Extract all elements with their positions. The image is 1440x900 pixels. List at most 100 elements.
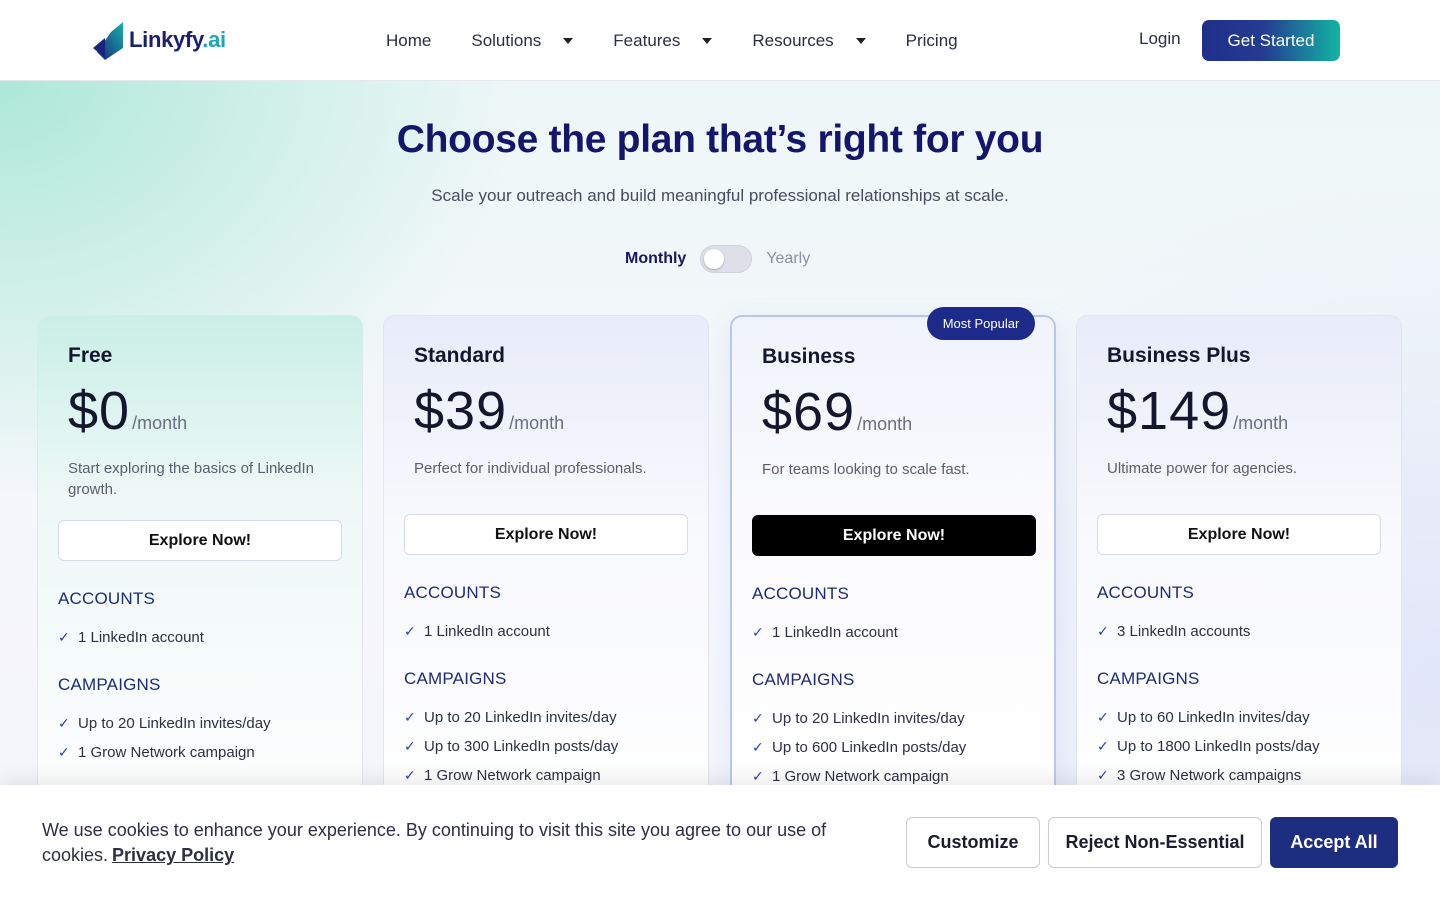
accept-all-button[interactable]: Accept All	[1270, 817, 1398, 868]
explore-button-standard[interactable]: Explore Now!	[404, 514, 688, 555]
check-icon: ✓	[752, 768, 764, 784]
site-header: Linkyfy.ai Home Solutions Features Resou…	[0, 0, 1440, 81]
feature-item: ✓ 1 LinkedIn account	[404, 623, 550, 640]
cookie-banner: We use cookies to enhance your experienc…	[0, 785, 1440, 900]
check-icon: ✓	[1097, 767, 1109, 783]
get-started-button[interactable]: Get Started	[1202, 20, 1340, 61]
plan-name: Business	[762, 345, 856, 368]
section-campaigns: CAMPAIGNS	[58, 675, 161, 694]
toggle-yearly-label[interactable]: Yearly	[766, 250, 810, 268]
check-icon: ✓	[752, 710, 764, 726]
feature-item: ✓ Up to 20 LinkedIn invites/day	[404, 709, 617, 726]
check-icon: ✓	[58, 629, 70, 645]
feature-item: ✓ 1 Grow Network campaign	[752, 768, 949, 785]
check-icon: ✓	[404, 738, 416, 754]
section-campaigns: CAMPAIGNS	[404, 669, 507, 688]
logo-text: Linkyfy.ai	[129, 27, 226, 52]
plan-name: Free	[68, 344, 113, 367]
plan-card-standard: Standard $39 /month Perfect for individu…	[383, 315, 709, 835]
section-campaigns: CAMPAIGNS	[752, 670, 855, 689]
section-accounts: ACCOUNTS	[404, 583, 501, 602]
plan-name: Business Plus	[1107, 344, 1251, 367]
nav-pricing[interactable]: Pricing	[906, 31, 958, 51]
feature-item: ✓ 3 Grow Network campaigns	[1097, 767, 1302, 784]
price-amount: $0	[68, 381, 131, 441]
feature-item: ✓ 1 Grow Network campaign	[58, 744, 255, 761]
price-unit: /month	[132, 413, 188, 433]
plan-name: Standard	[414, 344, 506, 367]
most-popular-badge: Most Popular	[927, 307, 1035, 340]
logo-mark-icon	[93, 22, 123, 60]
price-unit: /month	[1233, 413, 1289, 433]
nav-features[interactable]: Features	[613, 30, 713, 51]
explore-button-business-plus[interactable]: Explore Now!	[1097, 514, 1381, 555]
login-link[interactable]: Login	[1139, 29, 1181, 49]
main-nav: Home Solutions Features Resources Pricin…	[386, 0, 958, 81]
nav-resources-label: Resources	[752, 30, 834, 50]
feature-item: ✓ Up to 60 LinkedIn invites/day	[1097, 709, 1310, 726]
nav-resources[interactable]: Resources	[752, 30, 866, 51]
nav-solutions[interactable]: Solutions	[471, 30, 574, 51]
check-icon: ✓	[58, 744, 70, 760]
check-icon: ✓	[58, 715, 70, 731]
page-subtitle: Scale your outreach and build meaningful…	[431, 186, 1009, 205]
feature-item: ✓ Up to 600 LinkedIn posts/day	[752, 739, 967, 756]
page-title: Choose the plan that’s right for you	[396, 118, 1044, 161]
toggle-monthly-label[interactable]: Monthly	[625, 250, 686, 268]
section-accounts: ACCOUNTS	[1097, 583, 1194, 602]
feature-item: ✓ Up to 1800 LinkedIn posts/day	[1097, 738, 1320, 755]
check-icon: ✓	[404, 623, 416, 639]
feature-item: ✓ 1 LinkedIn account	[58, 629, 204, 646]
toggle-knob	[704, 249, 725, 269]
reject-non-essential-button[interactable]: Reject Non-Essential	[1048, 817, 1262, 868]
section-accounts: ACCOUNTS	[752, 584, 849, 603]
check-icon: ✓	[1097, 738, 1109, 754]
feature-item: ✓ 1 Grow Network campaign	[404, 767, 601, 784]
plan-price: $0 /month	[68, 380, 187, 442]
billing-toggle-row: Monthly Yearly	[625, 244, 810, 274]
plan-description: Ultimate power for agencies.	[1107, 460, 1298, 477]
nav-home-label: Home	[386, 30, 432, 50]
plan-card-business: Business $69 /month For teams looking to…	[730, 315, 1056, 835]
section-campaigns: CAMPAIGNS	[1097, 669, 1200, 688]
price-unit: /month	[857, 414, 913, 434]
caret-down-icon	[702, 37, 713, 44]
nav-features-label: Features	[613, 30, 681, 50]
logo[interactable]: Linkyfy.ai	[93, 18, 226, 62]
check-icon: ✓	[404, 767, 416, 783]
explore-button-business[interactable]: Explore Now!	[752, 515, 1036, 556]
price-amount: $39	[414, 381, 508, 441]
check-icon: ✓	[1097, 623, 1109, 639]
plan-description: Start exploring the basics of LinkedIn g…	[68, 460, 314, 498]
check-icon: ✓	[752, 739, 764, 755]
billing-toggle-switch[interactable]	[700, 245, 753, 273]
plan-price: $149 /month	[1107, 380, 1288, 442]
nav-home[interactable]: Home	[386, 31, 431, 51]
feature-item: ✓ Up to 20 LinkedIn invites/day	[752, 710, 965, 727]
caret-down-icon	[563, 37, 574, 44]
customize-button[interactable]: Customize	[906, 817, 1040, 868]
plan-description: Perfect for individual professionals.	[414, 460, 647, 477]
explore-button-free[interactable]: Explore Now!	[58, 520, 342, 561]
feature-item: ✓ 1 LinkedIn account	[752, 624, 898, 641]
check-icon: ✓	[752, 624, 764, 640]
plan-price: $39 /month	[414, 380, 564, 442]
caret-down-icon	[855, 37, 866, 44]
nav-pricing-label: Pricing	[905, 30, 958, 50]
privacy-policy-link[interactable]: Privacy Policy	[112, 845, 234, 865]
plan-price: $69 /month	[762, 381, 912, 443]
check-icon: ✓	[1097, 709, 1109, 725]
price-amount: $149	[1107, 381, 1232, 441]
price-amount: $69	[762, 382, 856, 442]
feature-item: ✓ Up to 20 LinkedIn invites/day	[58, 715, 271, 732]
plan-card-free: Free $0 /month Start exploring the basic…	[37, 315, 363, 835]
plan-description: For teams looking to scale fast.	[762, 461, 970, 478]
feature-item: ✓ Up to 300 LinkedIn posts/day	[404, 738, 619, 755]
feature-item: ✓ 3 LinkedIn accounts	[1097, 623, 1251, 640]
section-accounts: ACCOUNTS	[58, 589, 155, 608]
plan-card-business-plus: Business Plus $149 /month Ultimate power…	[1076, 315, 1402, 835]
nav-solutions-label: Solutions	[471, 30, 542, 50]
check-icon: ✓	[404, 709, 416, 725]
cookie-text: We use cookies to enhance your experienc…	[42, 820, 827, 865]
price-unit: /month	[509, 413, 565, 433]
